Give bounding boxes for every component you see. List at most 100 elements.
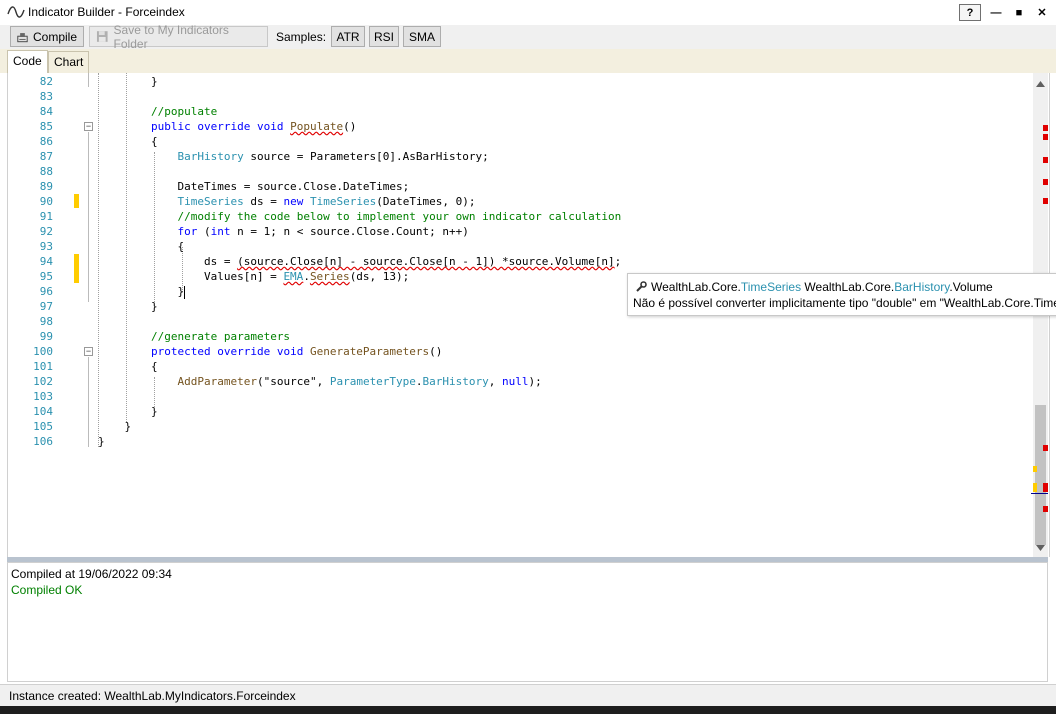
line-number: 93 xyxy=(39,240,53,253)
fold-line xyxy=(88,357,89,447)
save-to-folder-button[interactable]: Save to My Indicators Folder xyxy=(89,23,268,51)
tooltip-namespace: WealthLab.Core. xyxy=(651,280,741,294)
error-overview-marker xyxy=(1043,179,1048,185)
error-tooltip: WealthLab.Core.TimeSeries WealthLab.Core… xyxy=(627,273,1056,316)
fold-toggle-generateparameters[interactable]: − xyxy=(84,347,93,356)
line-number: 94 xyxy=(39,255,53,268)
code-line: protected override void GenerateParamete… xyxy=(150,345,443,358)
line-number: 85 xyxy=(39,120,53,133)
tab-code[interactable]: Code xyxy=(7,50,48,73)
code-line: } xyxy=(98,75,158,88)
line-number: 105 xyxy=(33,420,53,433)
tooltip-signature: WealthLab.Core.TimeSeries WealthLab.Core… xyxy=(651,280,993,294)
line-number: 106 xyxy=(33,435,53,448)
change-marker xyxy=(74,254,79,283)
maximize-button[interactable]: ■ xyxy=(1008,4,1030,21)
sample-rsi-button[interactable]: RSI xyxy=(369,26,399,47)
fold-line xyxy=(88,132,89,302)
code-line: } xyxy=(98,300,158,313)
code-line: } xyxy=(98,285,186,299)
code-line: for (int n = 1; n < source.Close.Count; … xyxy=(177,225,469,238)
code-line: DateTimes = source.Close.DateTimes; xyxy=(98,180,410,193)
close-button[interactable]: ✕ xyxy=(1031,4,1053,21)
code-line: } xyxy=(98,405,158,418)
line-number: 99 xyxy=(39,330,53,343)
error-overview-marker xyxy=(1043,445,1048,451)
line-number: 98 xyxy=(39,315,53,328)
code-line: ds = (source.Close[n] - source.Close[n -… xyxy=(98,255,622,268)
scroll-down-arrow-icon[interactable] xyxy=(1036,545,1045,551)
error-overview-marker xyxy=(1043,198,1048,204)
change-overview-marker xyxy=(1033,483,1037,492)
error-overview-marker xyxy=(1043,134,1048,140)
sample-atr-button[interactable]: ATR xyxy=(331,26,365,47)
scroll-up-arrow-icon[interactable] xyxy=(1036,81,1045,87)
compile-result: Compiled OK xyxy=(11,583,83,597)
tab-bar: Code Chart xyxy=(0,49,1056,73)
line-number: 104 xyxy=(33,405,53,418)
change-overview-marker xyxy=(1033,466,1037,472)
change-marker xyxy=(74,194,79,208)
code-line: //populate xyxy=(150,105,218,118)
status-text: Instance created: WealthLab.MyIndicators… xyxy=(9,689,296,703)
help-button[interactable]: ? xyxy=(959,4,981,21)
line-number: 84 xyxy=(39,105,53,118)
error-overview-marker xyxy=(1043,483,1048,492)
line-number: 91 xyxy=(39,210,53,223)
window-title: Indicator Builder - Forceindex xyxy=(28,5,185,19)
code-line: } xyxy=(98,435,105,448)
compile-label: Compile xyxy=(32,29,77,44)
tooltip-type: BarHistory xyxy=(894,280,950,294)
line-number: 95 xyxy=(39,270,53,283)
compile-output-panel: Compiled at 19/06/2022 09:34 Compiled OK xyxy=(7,562,1048,682)
caret-overview-marker xyxy=(1031,493,1048,494)
line-number: 89 xyxy=(39,180,53,193)
tooltip-namespace: WealthLab.Core. xyxy=(801,280,895,294)
toolbar: Compile Save to My Indicators Folder Sam… xyxy=(0,23,1056,51)
minimize-button[interactable]: — xyxy=(985,4,1007,21)
error-overview-marker xyxy=(1043,506,1048,512)
line-number: 88 xyxy=(39,165,53,178)
samples-label: Samples: xyxy=(276,30,327,44)
line-number: 90 xyxy=(39,195,53,208)
fold-toggle-populate[interactable]: − xyxy=(84,122,93,131)
tab-chart[interactable]: Chart xyxy=(48,51,89,73)
indicator-wave-icon xyxy=(7,6,25,18)
line-number: 100 xyxy=(33,345,53,358)
save-icon xyxy=(96,31,108,42)
code-line: //generate parameters xyxy=(150,330,291,343)
line-number: 101 xyxy=(33,360,53,373)
line-number: 103 xyxy=(33,390,53,403)
line-number: 92 xyxy=(39,225,53,238)
tooltip-error-message: Não é possível converter implicitamente … xyxy=(633,296,1056,310)
code-line: public override void Populate() xyxy=(150,120,357,133)
window-bottom-edge xyxy=(0,706,1056,714)
compile-timestamp: Compiled at 19/06/2022 09:34 xyxy=(11,567,172,581)
line-number: 83 xyxy=(39,90,53,103)
error-overview-marker xyxy=(1043,125,1048,131)
line-number: 82 xyxy=(39,75,53,88)
code-line: { xyxy=(98,135,158,148)
line-number: 86 xyxy=(39,135,53,148)
scrollbar-thumb[interactable] xyxy=(1035,405,1046,545)
error-overview-marker xyxy=(1043,157,1048,163)
code-line: } xyxy=(98,420,132,433)
tooltip-type: TimeSeries xyxy=(740,280,802,294)
tooltip-member: .Volume xyxy=(949,280,993,294)
code-line: Values[n] = EMA.Series(ds, 13); xyxy=(98,270,410,283)
code-line: { xyxy=(98,360,158,373)
status-bar: Instance created: WealthLab.MyIndicators… xyxy=(0,684,1056,707)
save-label: Save to My Indicators Folder xyxy=(113,22,229,51)
code-line: TimeSeries ds = new TimeSeries(DateTimes… xyxy=(177,195,476,208)
fold-line xyxy=(88,73,89,87)
wrench-icon xyxy=(636,281,647,292)
line-number: 97 xyxy=(39,300,53,313)
compile-icon xyxy=(17,32,28,42)
compile-button[interactable]: Compile xyxy=(10,26,84,47)
line-number: 102 xyxy=(33,375,53,388)
sample-sma-button[interactable]: SMA xyxy=(403,26,441,47)
code-line: BarHistory source = Parameters[0].AsBarH… xyxy=(177,150,489,163)
line-number: 87 xyxy=(39,150,53,163)
code-line: AddParameter("source", ParameterType.Bar… xyxy=(177,375,542,388)
code-line: { xyxy=(98,240,185,253)
